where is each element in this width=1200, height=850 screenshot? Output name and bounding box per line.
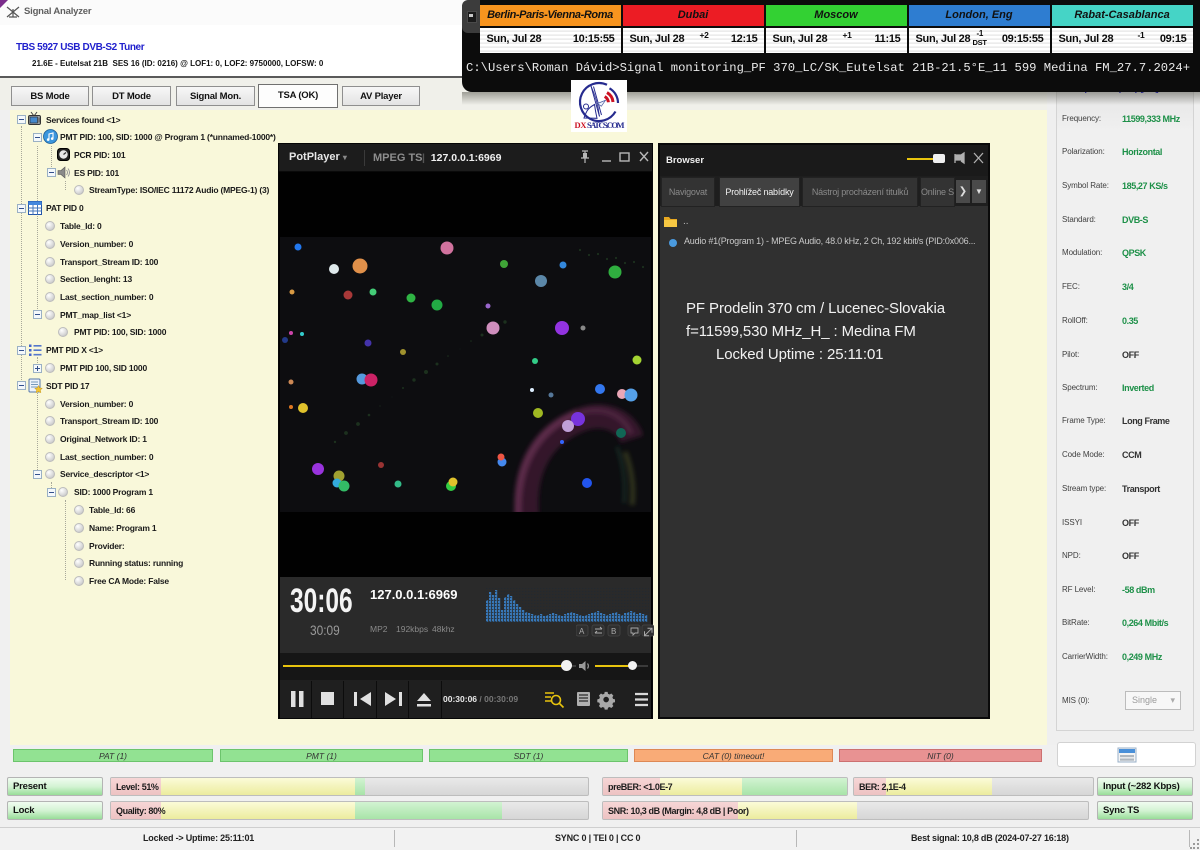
svg-text:SATCS.COM: SATCS.COM xyxy=(587,120,625,130)
svg-text:B: B xyxy=(611,627,616,636)
svg-text:DX: DX xyxy=(575,120,588,130)
svg-text:A: A xyxy=(579,627,585,636)
